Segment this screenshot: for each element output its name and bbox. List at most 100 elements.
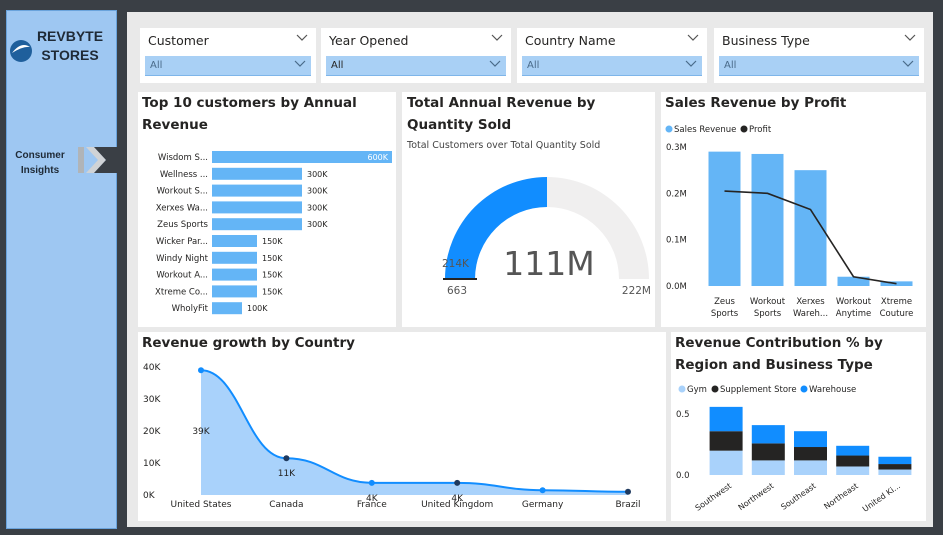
brand-logo-icon — [9, 38, 33, 68]
data-label: 150K — [262, 254, 283, 263]
category-label: Sports — [754, 309, 782, 319]
area-fill — [201, 370, 628, 495]
category-label: Xtreme Co... — [155, 287, 208, 297]
data-label: 300K — [307, 220, 328, 229]
data-label: 600K — [367, 153, 388, 162]
stack-segment — [709, 450, 743, 475]
data-point — [454, 479, 461, 486]
bar — [212, 285, 257, 298]
gauge-target-label: 214K — [442, 258, 470, 270]
stack-segment — [836, 445, 870, 456]
slicer-year-opened[interactable]: Year Opened All — [321, 28, 511, 83]
nav-item-label-line2: Insights — [20, 165, 60, 176]
chart-card-sales-profit: Sales Revenue by Profit Sales Revenue Pro… — [661, 92, 926, 327]
brand-logo-text: REVBYTE STORES — [30, 27, 110, 65]
stack-segment — [794, 447, 827, 461]
stack-segment — [709, 431, 743, 451]
data-point — [283, 455, 290, 462]
category-label: Zeus — [714, 297, 735, 307]
stack-segment — [751, 460, 785, 475]
slicer-value: All — [331, 60, 344, 71]
chevron-down-icon[interactable] — [296, 34, 308, 42]
category-label: Brazil — [615, 500, 640, 510]
data-label: 150K — [262, 271, 283, 280]
category-label: Workout S... — [157, 187, 208, 197]
gauge-min-label: 663 — [447, 285, 467, 297]
category-label: Xtreme — [881, 297, 912, 307]
category-label: Sports — [711, 309, 739, 319]
y-tick-label: 0.0M — [666, 282, 687, 292]
data-point — [625, 488, 631, 495]
bar — [708, 151, 741, 286]
category-label: Southeast — [779, 481, 817, 512]
chevron-down-icon[interactable] — [687, 34, 699, 42]
nav-item-label-line1: Consumer — [15, 150, 65, 161]
data-label: 300K — [307, 203, 328, 212]
bar — [212, 151, 392, 163]
slicer-title: Customer — [148, 33, 209, 48]
category-label: Zeus Sports — [157, 220, 208, 230]
category-label: Xerxes Wa... — [156, 203, 208, 213]
gauge-chart: 111M 214K 663 222M — [442, 177, 651, 297]
stack-segment — [836, 455, 870, 467]
stack-segment — [751, 443, 785, 461]
chevron-down-icon[interactable] — [491, 34, 503, 42]
category-label: Windy Night — [156, 254, 209, 264]
legend-label: Supplement Store — [720, 385, 797, 395]
slicer-title: Country Name — [525, 33, 616, 48]
stack-segment — [751, 425, 785, 444]
category-label: Anytime — [836, 309, 871, 319]
legend-marker — [800, 385, 808, 393]
stack-segment — [878, 456, 912, 465]
data-label: 300K — [307, 170, 328, 179]
category-label: Wellness ... — [160, 170, 208, 180]
category-label: Wareh... — [793, 309, 828, 319]
slicer-business-type[interactable]: Business Type All — [714, 28, 924, 83]
slicer-customer[interactable]: Customer All — [140, 28, 316, 83]
stack-segment — [794, 431, 827, 448]
legend-label: Gym — [687, 385, 707, 395]
slicer-value: All — [724, 60, 737, 71]
y-tick-label: 20K — [143, 427, 161, 437]
slicer-dropdown[interactable]: All — [719, 56, 919, 76]
y-tick-label: 40K — [143, 363, 161, 373]
slicer-country-name[interactable]: Country Name All — [517, 28, 707, 83]
chart-card-gauge: Total Annual Revenue by Quantity Sold To… — [402, 92, 655, 327]
category-label: Wicker Par... — [156, 237, 208, 247]
slicer-dropdown[interactable]: All — [326, 56, 506, 76]
category-label: Canada — [269, 500, 303, 510]
chart-card-revenue-growth: Revenue growth by Country 0K 10K 20K 30K 40K… — [138, 332, 666, 521]
top-customers-chart: Wisdom S... 600K Wellness ... 300K Workout S… — [155, 151, 392, 315]
data-label: 100K — [247, 304, 268, 313]
stack-segment — [709, 406, 743, 432]
chevron-down-icon[interactable] — [904, 34, 916, 42]
sales-profit-chart: Sales Revenue Profit 0.0M 0.1M 0.2M 0.3M Zeus S… — [665, 125, 913, 319]
brand-line-2: STORES — [41, 47, 99, 63]
bar — [212, 201, 302, 214]
legend-marker — [678, 385, 686, 393]
stack-segment — [794, 460, 827, 475]
data-label: 39K — [192, 427, 210, 437]
category-label: France — [357, 500, 387, 510]
gauge-value: 111M — [503, 244, 594, 283]
data-label: 150K — [262, 237, 283, 246]
slicer-dropdown[interactable]: All — [145, 56, 311, 76]
y-tick-label: 30K — [143, 395, 161, 405]
y-tick-label: 0K — [143, 491, 156, 501]
slicer-dropdown[interactable]: All — [522, 56, 702, 76]
legend-marker-sales — [665, 125, 673, 133]
data-point — [368, 479, 375, 486]
category-label: United States — [171, 500, 232, 510]
slicer-value: All — [527, 60, 540, 71]
category-label: Germany — [522, 500, 564, 510]
category-label: Wisdom S... — [158, 153, 208, 163]
chart-card-region-contrib: Revenue Contribution % by Region and Bus… — [671, 332, 926, 521]
category-label: United Ki... — [861, 481, 902, 514]
nav-item-consumer-insights[interactable]: Consumer Insights — [10, 148, 70, 178]
category-label: Workout A... — [156, 271, 208, 281]
category-label: Workout — [750, 297, 786, 307]
brand-line-1: REVBYTE — [36, 28, 104, 44]
bar — [212, 167, 302, 180]
slicer-value: All — [150, 60, 163, 71]
bar — [212, 184, 302, 197]
